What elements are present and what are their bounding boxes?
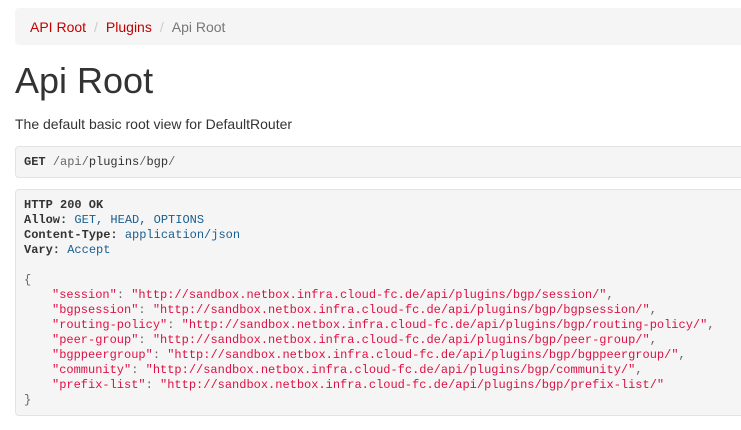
header-value-allow: GET, HEAD, OPTIONS [74, 213, 205, 227]
json-comma: , [635, 363, 643, 377]
header-name-vary: Vary: [24, 243, 61, 257]
page-description: The default basic root view for DefaultR… [15, 116, 293, 132]
json-url-link[interactable]: "http://sandbox.netbox.infra.cloud-fc.de… [153, 303, 650, 317]
json-entry-peer-group: "peer-group": "http://sandbox.netbox.inf… [24, 333, 741, 348]
request-method: GET [24, 155, 46, 169]
json-url-link[interactable]: "http://sandbox.netbox.infra.cloud-fc.de… [182, 318, 708, 332]
breadcrumb-separator: / [159, 18, 164, 35]
json-key: "prefix-list" [52, 378, 146, 392]
json-open-brace: { [24, 273, 32, 287]
json-key: "session" [52, 288, 117, 302]
json-entry-bgppeergroup: "bgppeergroup": "http://sandbox.netbox.i… [24, 348, 741, 363]
json-comma: , [707, 318, 715, 332]
json-entry-bgpsession: "bgpsession": "http://sandbox.netbox.inf… [24, 303, 741, 318]
json-key: "bgppeergroup" [52, 348, 153, 362]
json-key: "routing-policy" [52, 318, 168, 332]
breadcrumb-separator: / [94, 18, 98, 35]
header-name-allow: Allow: [24, 213, 68, 227]
json-comma: , [606, 288, 614, 302]
path-segment-plugins: plugins [88, 155, 140, 169]
response-info: HTTP 200 OK Allow: GET, HEAD, OPTIONS Cont… [15, 189, 741, 416]
json-comma: , [649, 303, 657, 317]
request-info: GET /api/plugins/bgp/ [15, 146, 741, 178]
breadcrumb-api-root-link[interactable]: API Root [30, 19, 86, 35]
json-url-link[interactable]: "http://sandbox.netbox.infra.cloud-fc.de… [160, 378, 664, 392]
json-colon: : [167, 318, 175, 332]
json-entry-prefix-list: "prefix-list": "http://sandbox.netbox.in… [24, 378, 741, 393]
json-key: "community" [52, 363, 132, 377]
json-colon: : [145, 378, 153, 392]
path-segment-bgp: bgp [146, 155, 169, 169]
json-colon: : [138, 333, 146, 347]
json-entry-community: "community": "http://sandbox.netbox.infr… [24, 363, 741, 378]
json-colon: : [131, 363, 139, 377]
json-entry-routing-policy: "routing-policy": "http://sandbox.netbox… [24, 318, 741, 333]
breadcrumb-plugins-link[interactable]: Plugins [106, 19, 152, 35]
json-comma: , [678, 348, 686, 362]
json-close-brace: } [24, 393, 32, 407]
json-url-link[interactable]: "http://sandbox.netbox.infra.cloud-fc.de… [146, 363, 636, 377]
page: API Root / Plugins / Api Root Api Root T… [0, 0, 741, 430]
json-colon: : [116, 288, 125, 302]
header-name-content-type: Content-Type: [24, 228, 118, 242]
path-slash: / [52, 155, 61, 169]
response-status: HTTP 200 OK [24, 198, 104, 212]
response-body: HTTP 200 OK Allow: GET, HEAD, OPTIONS Cont… [24, 198, 741, 408]
json-url-link[interactable]: "http://sandbox.netbox.infra.cloud-fc.de… [167, 348, 678, 362]
json-entry-session: "session": "http://sandbox.netbox.infra.… [24, 288, 741, 303]
json-colon: : [152, 348, 161, 362]
header-value-content-type: application/json [124, 228, 241, 242]
path-slash: / [168, 155, 176, 169]
json-colon: : [138, 303, 146, 317]
request-line: GET /api/plugins/bgp/ [24, 155, 741, 170]
page-title: Api Root [15, 60, 154, 101]
path-segment-api: api [60, 155, 82, 169]
json-comma: , [649, 333, 657, 347]
breadcrumb: API Root / Plugins / Api Root [15, 8, 741, 45]
breadcrumb-current: Api Root [171, 18, 226, 35]
json-key: "peer-group" [52, 333, 139, 347]
json-key: "bgpsession" [52, 303, 139, 317]
json-url-link[interactable]: "http://sandbox.netbox.infra.cloud-fc.de… [131, 288, 606, 302]
json-url-link[interactable]: "http://sandbox.netbox.infra.cloud-fc.de… [153, 333, 650, 347]
header-value-vary: Accept [67, 243, 111, 257]
path-slash: / [81, 155, 89, 169]
